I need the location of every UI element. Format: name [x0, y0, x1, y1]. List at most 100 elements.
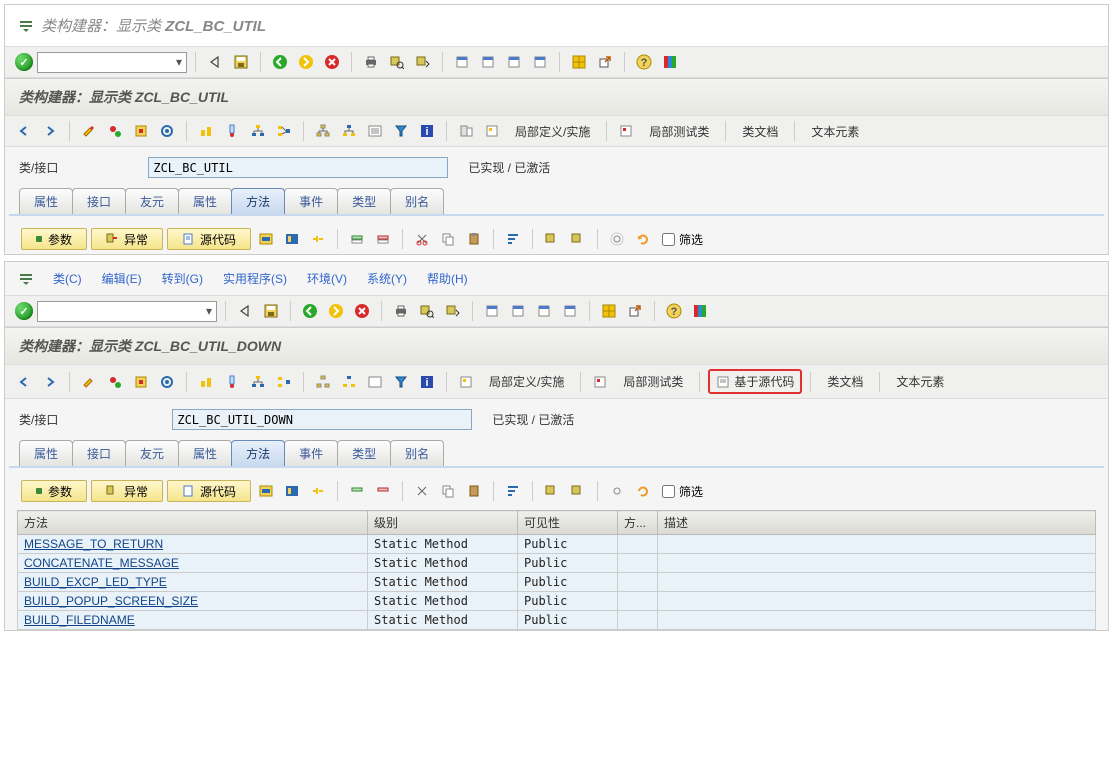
menu-edit[interactable]: 编辑(E) [102, 270, 142, 287]
tab-2[interactable]: 友元 [125, 188, 179, 214]
refresh-icon[interactable] [632, 480, 654, 502]
layout-grid-icon[interactable] [568, 51, 590, 73]
new-session-2-icon[interactable] [507, 300, 529, 322]
tree1-icon[interactable] [312, 371, 334, 393]
params-button[interactable]: 参数 [21, 480, 87, 502]
nav-fwd-icon[interactable] [39, 371, 61, 393]
test-icon[interactable] [221, 120, 243, 142]
local-def-icon[interactable] [481, 120, 503, 142]
params-button[interactable]: 参数 [21, 228, 87, 250]
list-icon[interactable] [364, 120, 386, 142]
sort-icon[interactable] [502, 480, 524, 502]
back-green-icon[interactable] [299, 300, 321, 322]
local-def-link[interactable]: 局部定义/实施 [481, 371, 572, 392]
class-doc-link[interactable]: 类文档 [819, 371, 871, 392]
info-icon[interactable]: i [416, 120, 438, 142]
window-menu-icon-2[interactable] [19, 272, 33, 286]
tab-7[interactable]: 别名 [390, 188, 444, 214]
outline-icon[interactable] [273, 371, 295, 393]
text-elem-link[interactable]: 文本元素 [888, 371, 952, 392]
local-test-link[interactable]: 局部测试类 [615, 371, 691, 392]
hierarchy-icon[interactable] [247, 120, 269, 142]
back-green-icon[interactable] [269, 51, 291, 73]
where-used-icon[interactable] [195, 120, 217, 142]
exit-yellow-icon[interactable] [295, 51, 317, 73]
delete-row-icon[interactable] [372, 228, 394, 250]
paste-icon[interactable] [463, 228, 485, 250]
menu-system[interactable]: 系统(Y) [367, 270, 407, 287]
display-change-icon[interactable] [78, 120, 100, 142]
local-test-link[interactable]: 局部测试类 [641, 121, 717, 142]
tab-3[interactable]: 属性 [178, 440, 232, 466]
new-session-2-icon[interactable] [477, 51, 499, 73]
popout-icon[interactable] [594, 51, 616, 73]
settings-icon[interactable] [606, 480, 628, 502]
table-row[interactable]: BUILD_EXCP_LED_TYPEStatic MethodPublic [18, 573, 1096, 592]
tab-7[interactable]: 别名 [390, 440, 444, 466]
local-test-icon[interactable] [615, 120, 637, 142]
class-doc-link[interactable]: 类文档 [734, 121, 786, 142]
table-row[interactable]: BUILD_POPUP_SCREEN_SIZEStatic MethodPubl… [18, 592, 1096, 611]
color-icon[interactable] [659, 51, 681, 73]
help-icon[interactable]: ? [633, 51, 655, 73]
nav-back-icon[interactable] [13, 371, 35, 393]
find-inner-icon[interactable] [541, 228, 563, 250]
test-icon[interactable] [221, 371, 243, 393]
color-icon[interactable] [689, 300, 711, 322]
tab-5[interactable]: 事件 [284, 188, 338, 214]
cell-method[interactable]: BUILD_POPUP_SCREEN_SIZE [18, 592, 368, 611]
new-session-3-icon[interactable] [503, 51, 525, 73]
text-elem-link[interactable]: 文本元素 [803, 121, 867, 142]
new-session-4-icon[interactable] [529, 51, 551, 73]
tab-0[interactable]: 属性 [19, 440, 73, 466]
menu-env[interactable]: 环境(V) [307, 270, 347, 287]
tab-4[interactable]: 方法 [231, 188, 285, 214]
copy-icon[interactable] [437, 228, 459, 250]
it1-icon[interactable] [255, 228, 277, 250]
tree2-icon[interactable] [338, 371, 360, 393]
command-field[interactable] [37, 301, 217, 322]
source-button[interactable]: 源代码 [167, 228, 251, 250]
it2-icon[interactable] [281, 228, 303, 250]
cell-method[interactable]: MESSAGE_TO_RETURN [18, 535, 368, 554]
cancel-red-icon[interactable] [351, 300, 373, 322]
info-icon[interactable]: i [416, 371, 438, 393]
find-icon[interactable] [386, 51, 408, 73]
back-triangle-icon[interactable] [204, 51, 226, 73]
display-change-icon[interactable] [78, 371, 100, 393]
cut-icon[interactable] [411, 480, 433, 502]
other-object-icon[interactable] [104, 371, 126, 393]
where-used-icon[interactable] [195, 371, 217, 393]
other-object-icon[interactable] [104, 120, 126, 142]
object-list-icon[interactable] [455, 120, 477, 142]
tab-6[interactable]: 类型 [337, 188, 391, 214]
new-session-3-icon[interactable] [533, 300, 555, 322]
tab-2[interactable]: 友元 [125, 440, 179, 466]
outline-icon[interactable] [273, 120, 295, 142]
new-session-4-icon[interactable] [559, 300, 581, 322]
popout-icon[interactable] [624, 300, 646, 322]
hierarchy-icon[interactable] [247, 371, 269, 393]
tree1-icon[interactable] [312, 120, 334, 142]
settings-icon[interactable] [606, 228, 628, 250]
new-session-1-icon[interactable] [481, 300, 503, 322]
it2-icon[interactable] [281, 480, 303, 502]
cell-method[interactable]: BUILD_FILEDNAME [18, 611, 368, 630]
col-desc[interactable]: 描述 [658, 511, 1096, 535]
insert-row-icon[interactable] [346, 480, 368, 502]
check-icon[interactable] [130, 120, 152, 142]
tree2-icon[interactable] [338, 120, 360, 142]
find-next-icon[interactable] [412, 51, 434, 73]
menu-class[interactable]: 类(C) [53, 270, 82, 287]
sort-icon[interactable] [502, 228, 524, 250]
save-icon[interactable] [230, 51, 252, 73]
tab-1[interactable]: 接口 [72, 440, 126, 466]
tab-6[interactable]: 类型 [337, 440, 391, 466]
filter-checkbox[interactable] [662, 485, 675, 498]
local-def-link[interactable]: 局部定义/实施 [507, 121, 598, 142]
nav-back-icon[interactable] [13, 120, 35, 142]
find-next-inner-icon[interactable] [567, 228, 589, 250]
class-name-input[interactable] [172, 409, 472, 430]
window-menu-icon[interactable] [19, 19, 33, 33]
activate-icon[interactable] [156, 371, 178, 393]
